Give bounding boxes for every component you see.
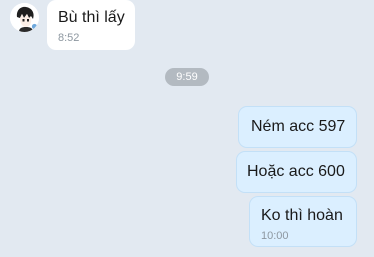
outgoing-message-bubble[interactable]: Ko thì hoàn 10:00 xyxy=(249,196,357,247)
outgoing-message-bubble[interactable]: Ném acc 597 xyxy=(238,106,357,148)
message-text: Hoặc acc 600 xyxy=(247,163,345,180)
message-text: Ném acc 597 xyxy=(251,118,346,135)
incoming-message-bubble[interactable]: Bù thì lấy 8:52 xyxy=(47,0,135,50)
outgoing-message-bubble[interactable]: Hoặc acc 600 xyxy=(236,151,357,193)
message-timestamp: 10:00 xyxy=(261,230,289,242)
sender-avatar-icon[interactable] xyxy=(10,3,39,32)
message-timestamp: 8:52 xyxy=(58,32,80,44)
message-text: Ko thì hoàn xyxy=(261,207,343,224)
time-divider-badge: 9:59 xyxy=(165,68,209,86)
message-text: Bù thì lấy xyxy=(58,9,125,26)
